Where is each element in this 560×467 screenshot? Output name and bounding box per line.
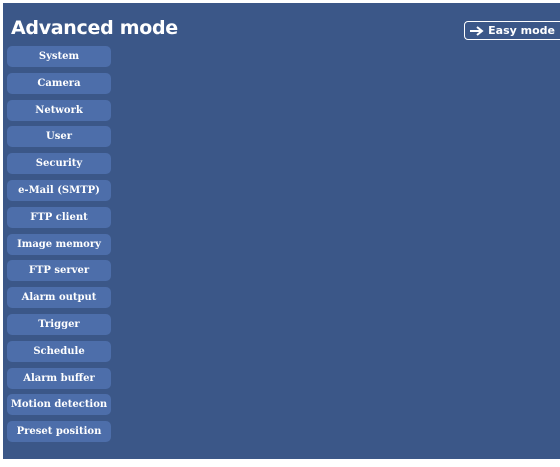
menu-item-email-smtp[interactable]: e-Mail (SMTP): [7, 179, 111, 201]
page-title: Advanced mode: [11, 17, 178, 39]
menu-item-ftp-server[interactable]: FTP server: [7, 260, 111, 282]
menu-item-motion-detection[interactable]: Motion detection: [7, 394, 111, 416]
easy-mode-button[interactable]: Easy mode: [464, 21, 560, 40]
menu-item-preset-position[interactable]: Preset position: [7, 421, 111, 443]
menu-item-ftp-client[interactable]: FTP client: [7, 206, 111, 228]
menu-item-trigger[interactable]: Trigger: [7, 313, 111, 335]
menu-item-image-memory[interactable]: Image memory: [7, 233, 111, 255]
easy-mode-label: Easy mode: [488, 24, 555, 37]
menu-item-camera[interactable]: Camera: [7, 72, 111, 94]
menu-item-alarm-output[interactable]: Alarm output: [7, 287, 111, 309]
arrow-right-icon: [469, 25, 485, 36]
menu-item-schedule[interactable]: Schedule: [7, 340, 111, 362]
menu-item-alarm-buffer[interactable]: Alarm buffer: [7, 367, 111, 389]
menu-item-system[interactable]: System: [7, 46, 111, 67]
menu-item-security[interactable]: Security: [7, 153, 111, 175]
advanced-mode-panel: Advanced mode Easy mode System Camera Ne…: [0, 0, 560, 467]
menu-item-network[interactable]: Network: [7, 99, 111, 121]
settings-menu: System Camera Network User Security e-Ma…: [7, 46, 111, 448]
menu-item-user[interactable]: User: [7, 126, 111, 148]
